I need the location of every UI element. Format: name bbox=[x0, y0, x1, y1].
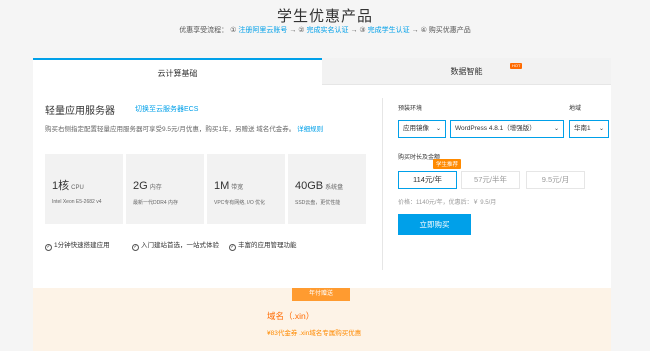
bonus-badge: 年付赠送 bbox=[292, 288, 350, 301]
product-description: 购买右侧指定配置轻量应用服务器可享受9.5元/月优惠，购买1年，另赠送 域名代金… bbox=[45, 123, 323, 133]
rules-link[interactable]: 详细规则 bbox=[297, 126, 323, 133]
flow-arrow: → bbox=[411, 27, 419, 34]
chevron-down-icon: ⌄ bbox=[435, 126, 441, 132]
price-text: 价格：1140元/年，优惠后：￥ 9.5/月 bbox=[398, 200, 497, 206]
feature-item: ✓ 入门建站首选，一站式体验 bbox=[132, 239, 219, 251]
flow-step-buy: 购买优惠产品 bbox=[428, 27, 471, 34]
duration-option-month[interactable]: 9.5元/月 bbox=[526, 171, 585, 189]
region-label: 地域 bbox=[569, 106, 582, 112]
tab-data-intelligence[interactable]: 数据智能 HOT bbox=[322, 58, 611, 85]
spec-memory: 2G 内存 最新一代DDR4 内存 bbox=[126, 154, 204, 224]
check-circle-icon: ✓ bbox=[229, 244, 236, 251]
tab-data-intelligence-label: 数据智能 bbox=[450, 67, 483, 76]
hot-badge: HOT bbox=[510, 63, 523, 69]
vertical-divider bbox=[382, 98, 383, 270]
spec-cpu-sub: Intel Xeon E5-2682 v4 bbox=[52, 199, 102, 205]
feature-label: 1分钟快速搭建应用 bbox=[54, 242, 110, 249]
env-image-value: WordPress 4.8.1（增强版） bbox=[455, 125, 536, 132]
spec-cpu-unit: CPU bbox=[71, 185, 84, 191]
duration-option-year[interactable]: 114元/年 bbox=[398, 171, 457, 189]
spec-disk: 40GB 系统盘 SSD云盘，更优性能 bbox=[288, 154, 366, 224]
page-title: 学生优惠产品 bbox=[276, 8, 373, 25]
spec-disk-unit: 系统盘 bbox=[325, 185, 344, 191]
product-card: 云计算基础 数据智能 HOT 轻量应用服务器 切换至云服务器ECS 购买右侧指定… bbox=[33, 58, 611, 288]
spec-disk-sub: SSD云盘，更优性能 bbox=[295, 200, 341, 206]
spec-bandwidth-unit: 带宽 bbox=[231, 185, 244, 191]
region-select[interactable]: 华南1 ⌄ bbox=[569, 120, 609, 138]
spec-memory-sub: 最新一代DDR4 内存 bbox=[133, 200, 179, 206]
spec-bandwidth-sub: VPC专有网络, I/O 优化 bbox=[214, 200, 266, 206]
spec-cpu-value: 1核 bbox=[52, 180, 70, 192]
switch-to-ecs-link[interactable]: 切换至云服务器ECS bbox=[135, 104, 198, 114]
flow-step-3-num: ③ bbox=[359, 27, 366, 34]
flow-step-1-num: ① bbox=[230, 27, 237, 34]
chevron-down-icon: ⌄ bbox=[598, 126, 604, 132]
flow-steps: 优惠享受流程： ① 注册阿里云账号 → ② 完成实名认证 → ③ 完成学生认证 … bbox=[0, 25, 650, 35]
spec-memory-value: 2G bbox=[133, 180, 148, 192]
spec-disk-value: 40GB bbox=[295, 180, 324, 192]
feature-item: ✓ 1分钟快速搭建应用 bbox=[45, 239, 110, 251]
duration-option-halfyear[interactable]: 57元/半年 bbox=[461, 171, 520, 189]
product-title: 轻量应用服务器 bbox=[45, 106, 115, 117]
bonus-description: ¥83代金券 .xin域名专属购买优惠 bbox=[267, 330, 362, 337]
spec-bandwidth-value: 1M bbox=[214, 180, 230, 192]
flow-step-realname-link[interactable]: 完成实名认证 bbox=[307, 27, 349, 34]
env-label: 预装环境 bbox=[398, 106, 423, 112]
student-recommend-badge: 学生推荐 bbox=[433, 159, 462, 169]
buy-now-button[interactable]: 立即购买 bbox=[398, 214, 471, 235]
check-circle-icon: ✓ bbox=[45, 244, 52, 251]
chevron-down-icon: ⌄ bbox=[553, 126, 559, 132]
check-circle-icon: ✓ bbox=[132, 244, 139, 251]
flow-step-register-link[interactable]: 注册阿里云账号 bbox=[238, 27, 287, 34]
flow-step-student-link[interactable]: 完成学生认证 bbox=[368, 27, 410, 34]
flow-arrow: → bbox=[289, 27, 297, 34]
bonus-title: 域名（.xin） bbox=[267, 311, 315, 321]
env-image-select[interactable]: WordPress 4.8.1（增强版） ⌄ bbox=[450, 120, 564, 138]
flow-prefix: 优惠享受流程： bbox=[179, 27, 229, 34]
feature-label: 丰富的应用管理功能 bbox=[238, 242, 297, 249]
spec-memory-unit: 内存 bbox=[149, 185, 162, 191]
feature-item: ✓ 丰富的应用管理功能 bbox=[229, 239, 297, 251]
env-type-value: 应用镜像 bbox=[403, 125, 429, 132]
tab-cloud-basics[interactable]: 云计算基础 bbox=[33, 58, 322, 85]
region-value: 华南1 bbox=[574, 125, 591, 132]
flow-arrow: → bbox=[350, 27, 358, 34]
spec-bandwidth: 1M 带宽 VPC专有网络, I/O 优化 bbox=[207, 154, 285, 224]
flow-step-4-num: ④ bbox=[420, 27, 427, 34]
bonus-section: 年付赠送 域名（.xin） ¥83代金券 .xin域名专属购买优惠 bbox=[33, 288, 611, 351]
spec-cpu: 1核 CPU Intel Xeon E5-2682 v4 bbox=[45, 154, 123, 224]
description-text: 购买右侧指定配置轻量应用服务器可享受9.5元/月优惠，购买1年，另赠送 域名代金… bbox=[45, 126, 296, 133]
flow-step-2-num: ② bbox=[298, 27, 305, 34]
feature-label: 入门建站首选，一站式体验 bbox=[141, 242, 219, 249]
env-type-select[interactable]: 应用镜像 ⌄ bbox=[398, 120, 446, 138]
